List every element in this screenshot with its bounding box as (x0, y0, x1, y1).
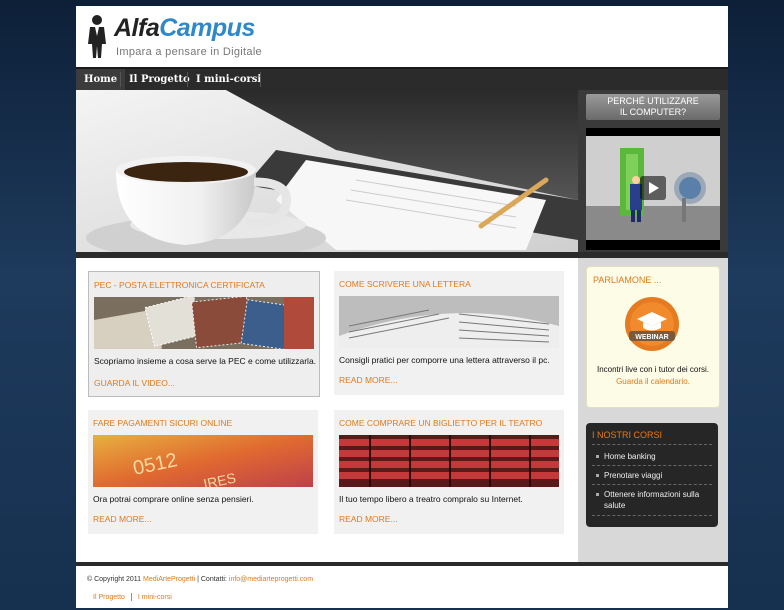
corsi-title: I NOSTRI CORSI (592, 430, 663, 440)
copyright-line: © Copyright 2011 MediArteProgetti | Cont… (87, 576, 313, 583)
divider (592, 515, 712, 516)
contacts-label: | Contatti: (195, 576, 229, 583)
card-link-guarda-video[interactable]: GUARDA IL VIDEO... (94, 378, 175, 388)
footer-link-il-progetto[interactable]: Il Progetto (93, 594, 125, 601)
logo-title: AlfaCampus (114, 14, 255, 43)
calendar-link[interactable]: Guarda il calendario. (587, 377, 719, 386)
card-description: Il tuo tempo libero a treatro compralo s… (339, 494, 523, 504)
person-logo-icon (88, 15, 106, 58)
card-image-theatre-seats (339, 435, 559, 487)
card-link-read-more[interactable]: READ MORE... (93, 514, 152, 524)
card-pec[interactable]: PEC - POSTA ELETTRONICA CERTIFICATA Scop… (88, 271, 320, 397)
card-title[interactable]: FARE PAGAMENTI SICURI ONLINE (93, 418, 232, 428)
company-link[interactable]: MediArteProgetti (143, 576, 195, 583)
bullet-icon (596, 474, 599, 478)
nav-separator (260, 72, 261, 87)
sidebar: PARLIAMONE ... WEBINAR Incontri live con… (578, 258, 728, 562)
page-frame: AlfaCampus Impara a pensare in Digitale … (76, 6, 728, 608)
card-link-read-more[interactable]: READ MORE... (339, 514, 398, 524)
card-description: Consigli pratici per comporre una letter… (339, 355, 550, 365)
corsi-item-label: Home banking (604, 452, 656, 461)
webinar-label: WEBINAR (635, 334, 668, 341)
webinar-icon[interactable]: WEBINAR (623, 295, 681, 353)
corsi-box: I NOSTRI CORSI Home banking Prenotare vi… (586, 423, 718, 527)
card-teatro[interactable]: COME COMPRARE UN BIGLIETTO PER IL TEATRO (334, 410, 564, 534)
corsi-item-prenotare-viaggi[interactable]: Prenotare viaggi (596, 470, 714, 481)
hero-banner-image (76, 90, 578, 252)
card-title[interactable]: PEC - POSTA ELETTRONICA CERTIFICATA (94, 280, 265, 290)
footer-links: Il Progetto I mini-corsi (93, 593, 172, 601)
card-description: Ora potrai comprare online senza pensier… (93, 494, 254, 504)
bullet-icon (596, 493, 599, 497)
card-description: Scopriamo insieme a cosa serve la PEC e … (94, 356, 317, 366)
corsi-item-label: Ottenere informazioni sulla (604, 490, 700, 499)
card-link-read-more[interactable]: READ MORE... (339, 375, 398, 385)
logo-tagline: Impara a pensare in Digitale (116, 46, 262, 58)
divider (592, 484, 712, 485)
footer: © Copyright 2011 MediArteProgetti | Cont… (76, 566, 728, 608)
main-nav: Home Il Progetto I mini-corsi (76, 67, 728, 90)
video-title: PERCHÉ UTILIZZARE IL COMPUTER? (586, 94, 720, 120)
corsi-item-home-banking[interactable]: Home banking (596, 451, 714, 462)
card-image-book (339, 296, 559, 348)
video-player[interactable] (586, 128, 720, 250)
card-pagamenti[interactable]: FARE PAGAMENTI SICURI ONLINE 0512 IRES O… (88, 410, 318, 534)
bullet-icon (596, 455, 599, 459)
header: AlfaCampus Impara a pensare in Digitale (76, 6, 728, 66)
parliamone-box: PARLIAMONE ... WEBINAR Incontri live con… (586, 266, 720, 408)
corsi-item-label: Prenotare viaggi (604, 471, 663, 480)
side-video-panel: PERCHÉ UTILIZZARE IL COMPUTER? (578, 90, 728, 252)
play-icon[interactable] (640, 176, 666, 200)
site-logo[interactable]: AlfaCampus Impara a pensare in Digitale (86, 12, 286, 62)
nav-item-mini-corsi[interactable]: I mini-corsi (188, 69, 269, 90)
card-title[interactable]: COME SCRIVERE UNA LETTERA (339, 279, 471, 289)
corsi-item-label-line2: salute (604, 501, 626, 510)
divider (592, 444, 712, 445)
email-link[interactable]: info@mediarteprogetti.com (229, 576, 313, 583)
parliamone-text: Incontri live con i tutor dei corsi. (596, 365, 710, 374)
footer-link-mini-corsi[interactable]: I mini-corsi (138, 594, 172, 601)
card-image-stamps (94, 297, 314, 349)
coffee-laptop-illustration (76, 90, 578, 252)
divider (592, 465, 712, 466)
video-title-line1: PERCHÉ UTILIZZARE (607, 96, 699, 106)
card-lettera[interactable]: COME SCRIVERE UNA LETTERA Consigli prati… (334, 271, 564, 395)
logo-title-part1: Alfa (114, 14, 160, 42)
footer-link-separator (130, 593, 132, 601)
main-content: PEC - POSTA ELETTRONICA CERTIFICATA Scop… (76, 258, 578, 562)
card-image-credit-card: 0512 IRES (93, 435, 313, 487)
nav-item-home[interactable]: Home (76, 69, 126, 90)
video-title-line2: IL COMPUTER? (619, 107, 687, 117)
logo-title-part2: Campus (159, 14, 255, 42)
corsi-item-informazioni-salute[interactable]: Ottenere informazioni sulla salute (596, 489, 714, 511)
parliamone-title: PARLIAMONE ... (593, 275, 662, 285)
card-title[interactable]: COME COMPRARE UN BIGLIETTO PER IL TEATRO (339, 418, 542, 428)
copyright-text: © Copyright 2011 (87, 576, 142, 583)
